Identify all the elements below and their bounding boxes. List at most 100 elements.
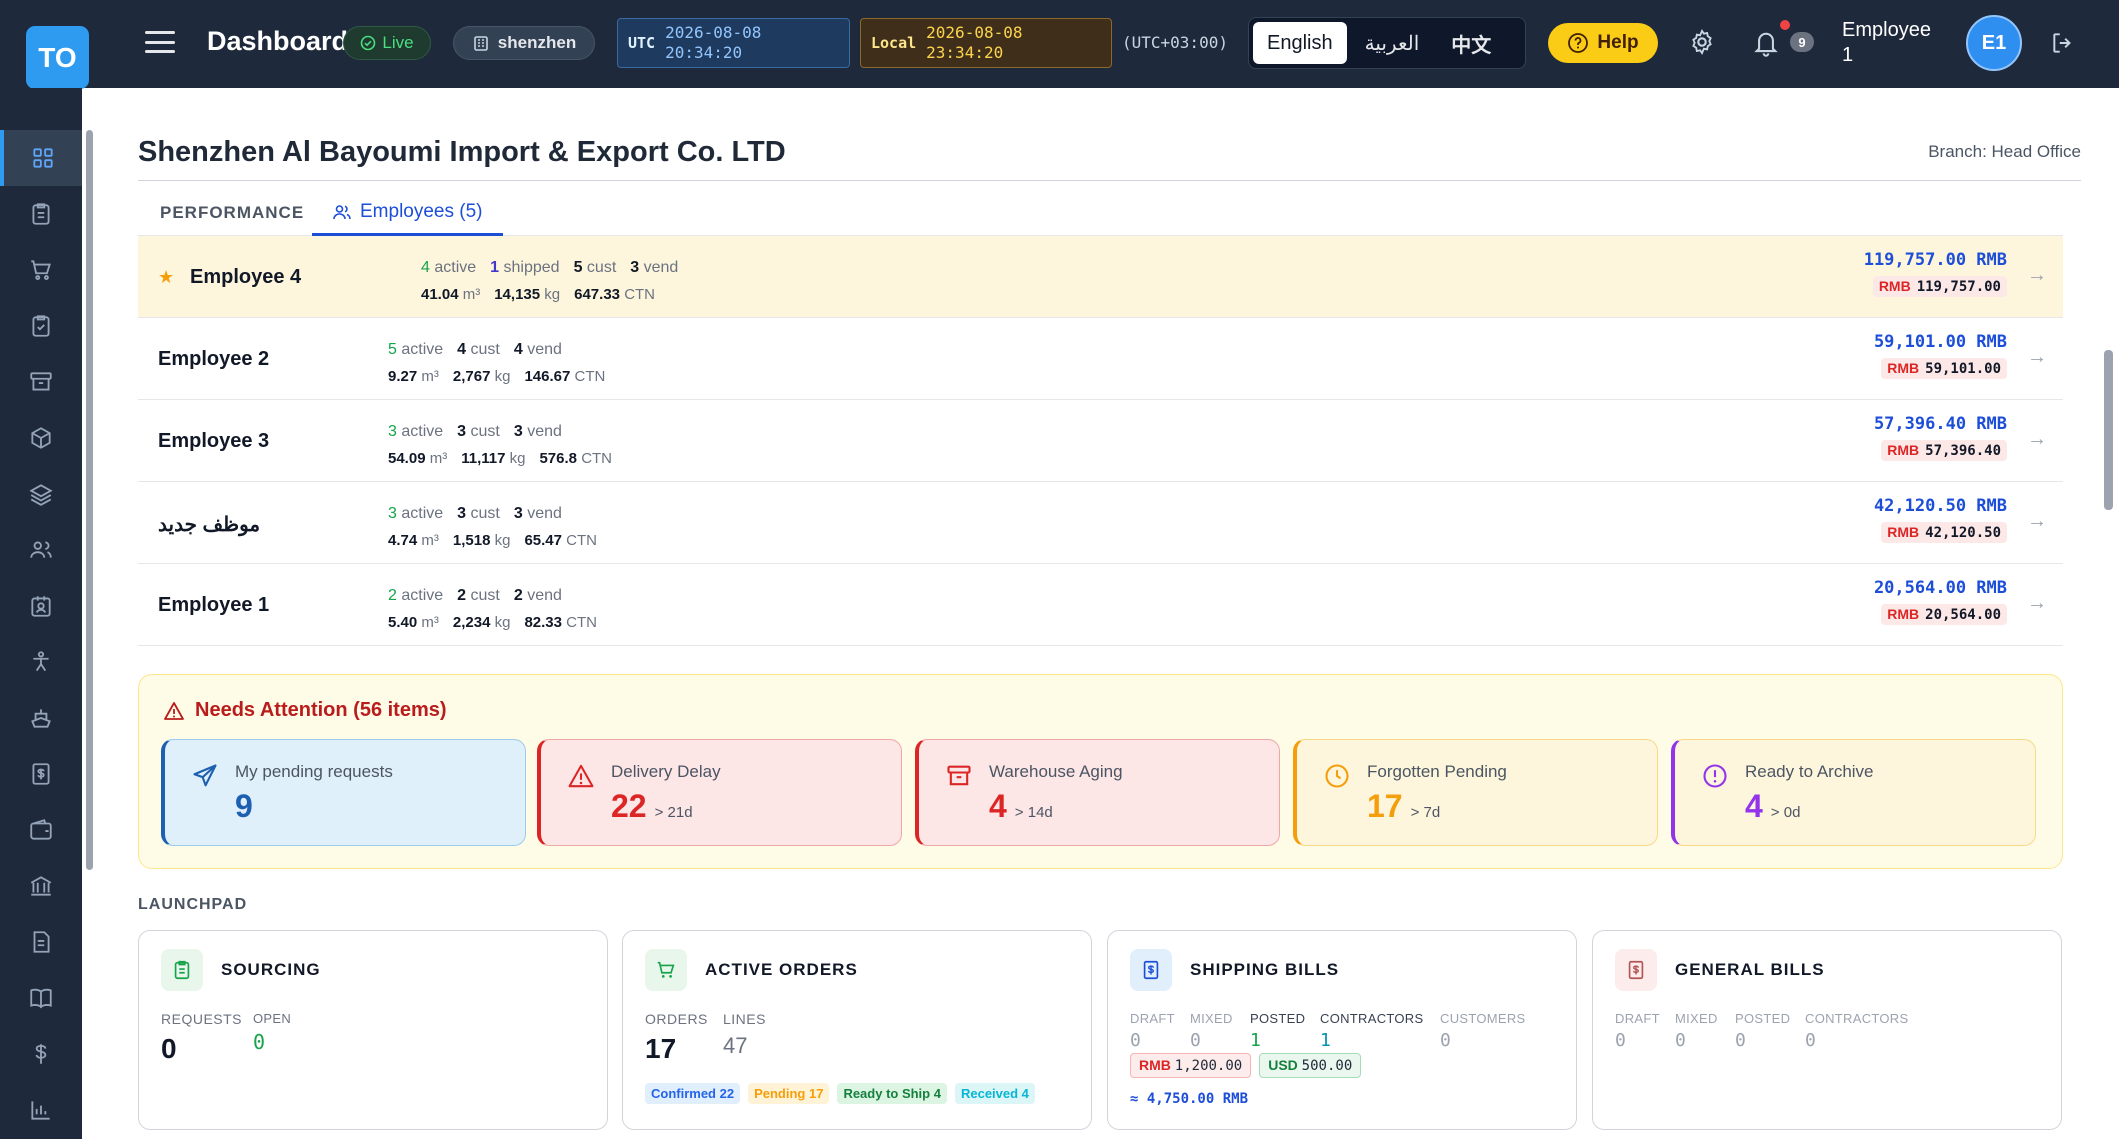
sidebar-item-wallet[interactable]	[0, 802, 82, 858]
sidebar-item-users[interactable]	[0, 522, 82, 578]
branch-selector[interactable]: shenzhen	[453, 26, 595, 60]
sourcing-title: SOURCING	[221, 960, 321, 979]
active-label: active	[401, 341, 444, 358]
active-count: 5	[388, 341, 397, 358]
arrow-right-icon[interactable]: →	[2027, 428, 2047, 451]
app-logo[interactable]: TO	[26, 26, 89, 89]
employee-amount: 119,757.00 RMB RMB 119,757.00	[1864, 250, 2007, 297]
sidebar-item-book[interactable]	[0, 970, 82, 1026]
page-scrollbar[interactable]	[2104, 350, 2113, 510]
launch-card-sourcing[interactable]: SOURCING REQUESTS 0 OPEN 0	[138, 930, 608, 1130]
layers-icon	[29, 484, 53, 506]
sidebar-item-chart[interactable]	[0, 1082, 82, 1138]
launch-card-shipping-bills[interactable]: SHIPPING BILLS DRAFT 0 MIXED 0 POSTED 1 CON…	[1107, 930, 1577, 1130]
attention-card-ready-to-archive[interactable]: Ready to Archive 4 > 0d	[1671, 739, 2036, 846]
col-value: 1	[1250, 1030, 1261, 1051]
attention-value: 9	[235, 788, 253, 825]
cart-icon	[645, 949, 687, 991]
pill-confirmed[interactable]: Confirmed 22	[645, 1083, 741, 1104]
col-value: 0	[1735, 1030, 1746, 1051]
tab-employees[interactable]: Employees (5)	[312, 190, 503, 236]
amount-total: 119,757.00 RMB	[1863, 250, 2007, 270]
sidebar-item-clipboard[interactable]	[0, 186, 82, 242]
sidebar-item-cart[interactable]	[0, 242, 82, 298]
amount-rmb: 57,396.40	[1925, 443, 2001, 459]
sidebar-item-archive[interactable]	[0, 354, 82, 410]
utc-label: UTC	[628, 34, 656, 52]
lang-english[interactable]: English	[1253, 22, 1347, 64]
amount-rmb: 119,757.00	[1916, 279, 2001, 295]
check-circle-icon	[361, 35, 376, 51]
sidebar-item-box[interactable]	[0, 410, 82, 466]
bill-icon	[32, 763, 50, 785]
employee-row[interactable]: موظف جديد 3 active 3 cust 3 vend 4.74 m³ 1,51…	[138, 482, 2063, 564]
notification-dot	[1780, 20, 1790, 30]
employee-row[interactable]: Employee 33 active 3 cust 3 vend 54.09 m³ 11…	[138, 400, 2063, 482]
sidebar-item-bill[interactable]	[0, 746, 82, 802]
sidebar-scrollbar[interactable]	[86, 130, 93, 870]
sidebar-item-bank[interactable]	[0, 858, 82, 914]
lang-chinese[interactable]: 中文	[1437, 22, 1505, 64]
company-name: Shenzhen Al Bayoumi Import & Export Co. …	[138, 136, 786, 168]
orders-value: 17	[645, 1033, 677, 1064]
attention-card-delivery-delay[interactable]: Delivery Delay 22 > 21d	[537, 739, 902, 846]
ctn-unit: CTN	[581, 450, 613, 467]
needs-attention-panel: Needs Attention (56 items) My pending re…	[138, 674, 2063, 869]
help-button[interactable]: Help	[1548, 23, 1658, 63]
attention-card-warehouse-aging[interactable]: Warehouse Aging 4 > 14d	[915, 739, 1280, 846]
employee-name: موظف جديد	[158, 514, 261, 536]
needs-attention-title: Needs Attention (56 items)	[163, 699, 447, 722]
employee-name: Employee 4	[190, 266, 302, 288]
orders-title: ACTIVE ORDERS	[705, 960, 858, 979]
sidebar-item-person[interactable]	[0, 634, 82, 690]
tab-bar: PERFORMANCE Employees (5)	[138, 190, 2063, 236]
sidebar-item-layers[interactable]	[0, 466, 82, 522]
gear-icon[interactable]	[1688, 28, 1716, 56]
arrow-right-icon[interactable]: →	[2027, 264, 2047, 287]
pill-received[interactable]: Received 4	[954, 1083, 1035, 1104]
employee-row[interactable]: Employee 12 active 2 cust 2 vend 5.40 m³ 2,2…	[138, 564, 2063, 646]
cbm-unit: m³	[421, 532, 439, 549]
attention-card-pending-requests[interactable]: My pending requests 9	[161, 739, 526, 846]
attention-suffix: > 14d	[1014, 804, 1053, 821]
shipping-title: SHIPPING BILLS	[1190, 960, 1340, 979]
kg-unit: kg	[494, 614, 511, 631]
sidebar-item-checklist[interactable]	[0, 298, 82, 354]
clipboard-icon	[161, 949, 203, 991]
attention-card-forgotten-pending[interactable]: Forgotten Pending 17 > 7d	[1293, 739, 1658, 846]
bell-icon[interactable]	[1752, 28, 1780, 58]
sidebar-item-badge[interactable]	[0, 578, 82, 634]
bill-icon	[1130, 949, 1172, 991]
employee-row[interactable]: ★ Employee 4 4 active 1 shipped 5 cust 3 vend…	[138, 236, 2063, 318]
sidebar-item-dollar[interactable]	[0, 1026, 82, 1082]
launch-card-general-bills[interactable]: GENERAL BILLS DRAFT 0 MIXED 0 POSTED 0 CONT…	[1592, 930, 2062, 1130]
logout-icon[interactable]	[2050, 30, 2076, 56]
cbm-value: 5.40	[388, 614, 418, 631]
user-name-line2: 1	[1842, 44, 1854, 66]
attention-value: 4 > 14d	[989, 788, 1053, 825]
tab-performance[interactable]: PERFORMANCE	[160, 190, 304, 236]
pill-pending[interactable]: Pending 17	[748, 1083, 830, 1104]
archive-icon	[30, 372, 52, 391]
badge-icon	[31, 596, 51, 617]
arrow-right-icon[interactable]: →	[2027, 346, 2047, 369]
employee-row[interactable]: Employee 25 active 4 cust 4 vend 9.27 m³ 2,7…	[138, 318, 2063, 400]
sidebar-item-document[interactable]	[0, 914, 82, 970]
arrow-right-icon[interactable]: →	[2027, 510, 2047, 533]
lang-arabic[interactable]: العربية	[1351, 22, 1434, 64]
launch-card-active-orders[interactable]: ACTIVE ORDERS ORDERS 17 LINES 47 Confirmed…	[622, 930, 1092, 1130]
menu-icon[interactable]	[145, 28, 175, 56]
arrow-right-icon[interactable]: →	[2027, 592, 2047, 615]
sidebar-item-dashboard[interactable]	[0, 130, 82, 186]
local-time: 23:34:20	[926, 43, 1004, 62]
lines-value: 47	[723, 1033, 748, 1058]
avatar[interactable]: E1	[1966, 15, 2022, 71]
sidebar-item-ship[interactable]	[0, 690, 82, 746]
pill-ready-to-ship[interactable]: Ready to Ship 4	[837, 1083, 947, 1104]
tab-employees-label: Employees (5)	[360, 200, 483, 222]
ctn-unit: CTN	[566, 614, 597, 631]
employee-amount: 20,564.00 RMB RMB 20,564.00	[1874, 578, 2007, 625]
user-name[interactable]: Employee 1	[1842, 18, 1942, 68]
cust-count: 3	[457, 505, 467, 522]
user-name-line1: Employee	[1842, 19, 1931, 41]
